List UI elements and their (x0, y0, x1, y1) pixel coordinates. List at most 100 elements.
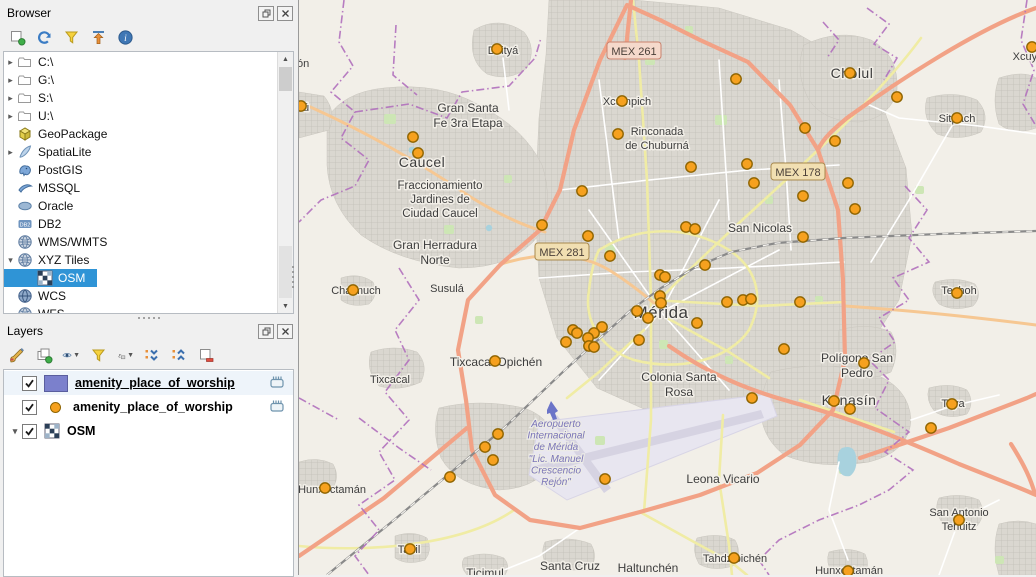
place-of-worship-marker[interactable] (599, 473, 611, 485)
place-of-worship-marker[interactable] (844, 403, 856, 415)
browser-item-c[interactable]: ▸ C:\ (4, 53, 65, 71)
place-of-worship-marker[interactable] (404, 543, 416, 555)
properties-widget-button[interactable]: i (116, 29, 134, 47)
browser-item-spatialite[interactable]: ▸ SpatiaLite (4, 143, 103, 161)
place-of-worship-marker[interactable] (844, 67, 856, 79)
place-of-worship-marker[interactable] (689, 223, 701, 235)
chevron-expanded-icon[interactable]: ▾ (8, 426, 22, 437)
place-of-worship-marker[interactable] (858, 357, 870, 369)
browser-item-wcs[interactable]: WCS (4, 287, 78, 305)
browser-item-geopackage[interactable]: GeoPackage (4, 125, 119, 143)
place-of-worship-marker[interactable] (633, 334, 645, 346)
layers-undock-button[interactable] (258, 323, 274, 339)
dock-splitter[interactable] (292, 266, 294, 288)
place-of-worship-marker[interactable] (799, 122, 811, 134)
place-of-worship-marker[interactable] (479, 441, 491, 453)
scrollbar-thumb[interactable] (279, 67, 292, 91)
place-of-worship-marker[interactable] (730, 73, 742, 85)
browser-close-button[interactable] (277, 5, 293, 21)
place-of-worship-marker[interactable] (699, 259, 711, 271)
place-of-worship-marker[interactable] (612, 128, 624, 140)
place-of-worship-marker[interactable] (946, 398, 958, 410)
memory-layer-indicator-icon[interactable] (269, 375, 285, 392)
layer-row-osm[interactable]: ▾ OSM (4, 419, 293, 443)
browser-item-mssql[interactable]: MSSQL (4, 179, 92, 197)
place-of-worship-marker[interactable] (576, 185, 588, 197)
place-of-worship-marker[interactable] (748, 177, 760, 189)
place-of-worship-marker[interactable] (560, 336, 572, 348)
remove-layer-button[interactable] (197, 347, 215, 365)
place-of-worship-marker[interactable] (685, 161, 697, 173)
add-selected-layers-button[interactable] (8, 29, 26, 47)
place-of-worship-marker[interactable] (631, 305, 643, 317)
place-of-worship-marker[interactable] (721, 296, 733, 308)
layer-row-amenity_place_of_worship[interactable]: amenity_place_of_worship (4, 371, 293, 395)
filter-browser-button[interactable] (62, 29, 80, 47)
browser-item-db2[interactable]: DB2 DB2 (4, 215, 73, 233)
place-of-worship-marker[interactable] (745, 293, 757, 305)
place-of-worship-marker[interactable] (407, 131, 419, 143)
place-of-worship-marker[interactable] (444, 471, 456, 483)
place-of-worship-marker[interactable] (582, 230, 594, 242)
chevron-expanded-icon[interactable]: ▾ (4, 255, 17, 266)
place-of-worship-marker[interactable] (951, 112, 963, 124)
map-canvas[interactable]: eónúDzityáGran SantaFe 3ra EtapaCaucelFr… (298, 0, 1036, 575)
place-of-worship-marker[interactable] (829, 135, 841, 147)
browser-item-wms-wmts[interactable]: WMS/WMTS (4, 233, 119, 251)
chevron-collapsed-icon[interactable]: ▸ (4, 111, 17, 122)
browser-item-osm[interactable]: OSM (4, 269, 98, 287)
collapse-all-button[interactable] (170, 347, 188, 365)
place-of-worship-marker[interactable] (1026, 41, 1036, 53)
memory-layer-indicator-icon[interactable] (269, 399, 285, 416)
expand-all-button[interactable] (143, 347, 161, 365)
place-of-worship-marker[interactable] (604, 250, 616, 262)
scroll-up-icon[interactable]: ▲ (278, 52, 293, 66)
layer-visibility-checkbox[interactable] (22, 375, 37, 391)
place-of-worship-marker[interactable] (588, 341, 600, 353)
browser-item-wfs[interactable]: WFS (4, 305, 77, 313)
add-group-button[interactable] (35, 347, 53, 365)
manage-map-themes-button[interactable]: ▼ (62, 347, 80, 365)
place-of-worship-marker[interactable] (571, 327, 583, 339)
place-of-worship-marker[interactable] (842, 177, 854, 189)
place-of-worship-marker[interactable] (691, 317, 703, 329)
chevron-collapsed-icon[interactable]: ▸ (4, 93, 17, 104)
chevron-collapsed-icon[interactable]: ▸ (4, 75, 17, 86)
collapse-all-button[interactable] (89, 29, 107, 47)
filter-legend-button[interactable] (89, 347, 107, 365)
open-layer-styling-button[interactable] (8, 347, 26, 365)
place-of-worship-marker[interactable] (319, 482, 331, 494)
place-of-worship-marker[interactable] (642, 312, 654, 324)
place-of-worship-marker[interactable] (659, 271, 671, 283)
browser-scrollbar[interactable]: ▲ ▼ (277, 52, 293, 313)
place-of-worship-marker[interactable] (794, 296, 806, 308)
scroll-down-icon[interactable]: ▼ (278, 299, 293, 313)
place-of-worship-marker[interactable] (842, 565, 854, 575)
place-of-worship-marker[interactable] (487, 454, 499, 466)
chevron-collapsed-icon[interactable]: ▸ (4, 57, 17, 68)
browser-item-xyz-tiles[interactable]: ▾ XYZ Tiles (4, 251, 101, 269)
browser-item-u[interactable]: ▸ U:\ (4, 107, 65, 125)
browser-item-g[interactable]: ▸ G:\ (4, 71, 66, 89)
place-of-worship-marker[interactable] (778, 343, 790, 355)
place-of-worship-marker[interactable] (728, 552, 740, 564)
layer-visibility-checkbox[interactable] (22, 399, 37, 415)
place-of-worship-marker[interactable] (891, 91, 903, 103)
place-of-worship-marker[interactable] (489, 355, 501, 367)
place-of-worship-marker[interactable] (616, 95, 628, 107)
browser-item-s[interactable]: ▸ S:\ (4, 89, 65, 107)
place-of-worship-marker[interactable] (746, 392, 758, 404)
place-of-worship-marker[interactable] (951, 287, 963, 299)
layer-visibility-checkbox[interactable] (22, 423, 37, 439)
place-of-worship-marker[interactable] (299, 100, 307, 112)
place-of-worship-marker[interactable] (797, 231, 809, 243)
browser-item-postgis[interactable]: PostGIS (4, 161, 95, 179)
place-of-worship-marker[interactable] (953, 514, 965, 526)
chevron-collapsed-icon[interactable]: ▸ (4, 147, 17, 158)
layers-close-button[interactable] (277, 323, 293, 339)
place-of-worship-marker[interactable] (347, 284, 359, 296)
place-of-worship-marker[interactable] (925, 422, 937, 434)
place-of-worship-marker[interactable] (849, 203, 861, 215)
place-of-worship-marker[interactable] (828, 395, 840, 407)
browser-item-oracle[interactable]: Oracle (4, 197, 85, 215)
